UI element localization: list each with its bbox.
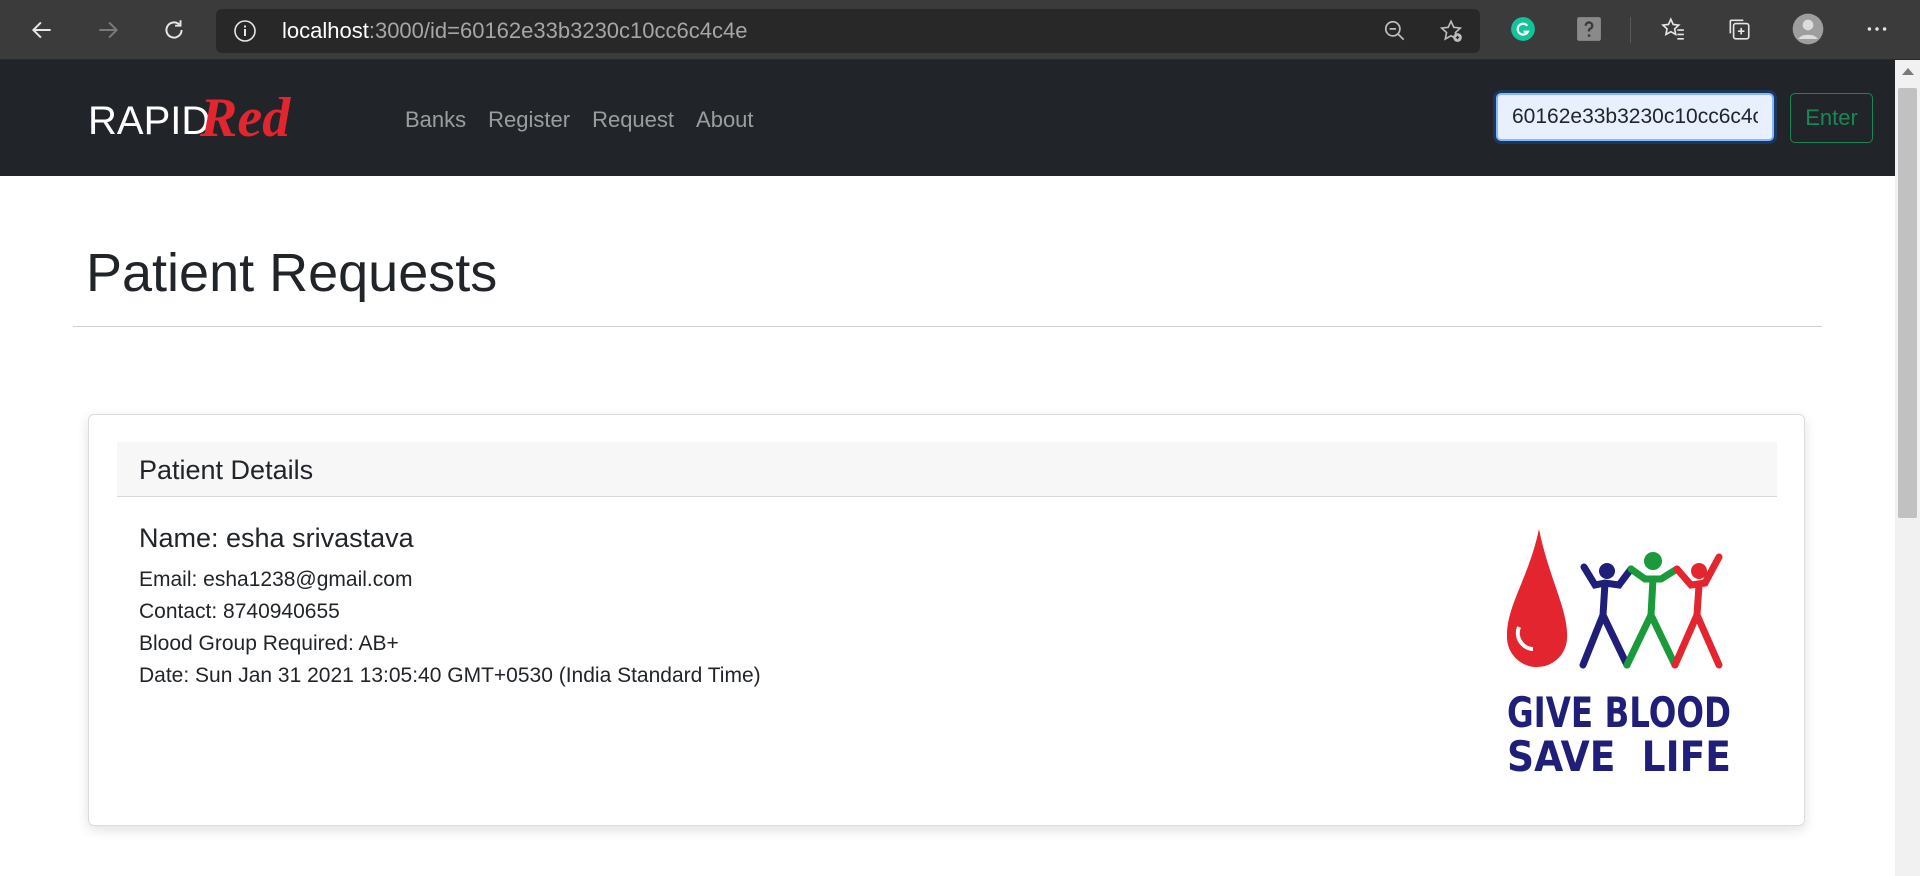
url-host: localhost <box>282 18 369 43</box>
nav-link-request[interactable]: Request <box>592 106 674 134</box>
grammarly-icon[interactable] <box>1507 13 1539 45</box>
favorite-add-icon[interactable] <box>1438 18 1464 44</box>
site-navbar: RAPID Red Banks Register Request About E… <box>0 60 1895 176</box>
blood-drop-icon <box>1506 529 1568 668</box>
patient-email: Email: esha1238@gmail.com <box>139 568 413 591</box>
patient-name: Name: esha srivastava <box>139 523 414 553</box>
title-divider <box>73 326 1822 327</box>
collections-icon[interactable] <box>1723 13 1755 45</box>
address-bar[interactable]: localhost:3000/id=60162e33b3230c10cc6c4c… <box>216 9 1480 53</box>
patient-blood-group: Blood Group Required: AB+ <box>139 632 399 655</box>
brand-text-red: Red <box>199 87 291 149</box>
logo-text-save-life: SAVE LIFE <box>1507 732 1731 777</box>
extension-help-icon[interactable] <box>1573 13 1605 45</box>
page-title: Patient Requests <box>86 243 498 303</box>
url-text[interactable]: localhost:3000/id=60162e33b3230c10cc6c4c… <box>282 18 747 44</box>
give-blood-logo: GIVE BLOOD SAVE LIFE <box>1506 529 1731 777</box>
card-header: Patient Details <box>117 442 1777 497</box>
favorites-icon[interactable] <box>1657 13 1689 45</box>
nav-link-banks[interactable]: Banks <box>405 106 466 134</box>
toolbar-divider <box>1630 17 1631 43</box>
patient-contact: Contact: 8740940655 <box>139 600 340 623</box>
scroll-up-arrow-icon[interactable] <box>1902 68 1914 75</box>
info-icon[interactable] <box>233 19 257 43</box>
nav-link-register[interactable]: Register <box>488 106 570 134</box>
profile-avatar-icon[interactable] <box>1792 13 1824 45</box>
patient-card: Patient Details Name: esha srivastava Em… <box>88 414 1805 826</box>
logo-text-give-blood: GIVE BLOOD <box>1507 688 1731 737</box>
nav-link-about[interactable]: About <box>696 106 754 134</box>
card-header-title: Patient Details <box>139 455 314 485</box>
figure-green-body <box>1623 565 1681 669</box>
url-path: :3000/id=60162e33b3230c10cc6c4c4e <box>368 18 748 43</box>
figure-navy-body <box>1579 563 1635 669</box>
back-icon[interactable] <box>25 13 59 47</box>
enter-button[interactable]: Enter <box>1790 93 1873 143</box>
brand-text-rapid: RAPID <box>88 99 210 143</box>
rapidred-logo[interactable]: RAPID Red <box>88 86 308 150</box>
zoom-out-icon[interactable] <box>1382 18 1408 44</box>
refresh-icon[interactable] <box>157 13 191 47</box>
forward-icon[interactable] <box>91 13 125 47</box>
more-options-icon[interactable] <box>1861 13 1893 45</box>
figure-green-head <box>1644 552 1662 570</box>
figure-navy-head <box>1599 563 1615 579</box>
browser-toolbar: localhost:3000/id=60162e33b3230c10cc6c4c… <box>0 0 1920 60</box>
page-scrollbar[interactable] <box>1895 60 1920 876</box>
id-search-input[interactable] <box>1496 93 1774 141</box>
request-date: Date: Sun Jan 31 2021 13:05:40 GMT+0530 … <box>139 664 761 687</box>
nav-links: Banks Register Request About <box>405 106 776 134</box>
scroll-thumb[interactable] <box>1898 88 1917 518</box>
